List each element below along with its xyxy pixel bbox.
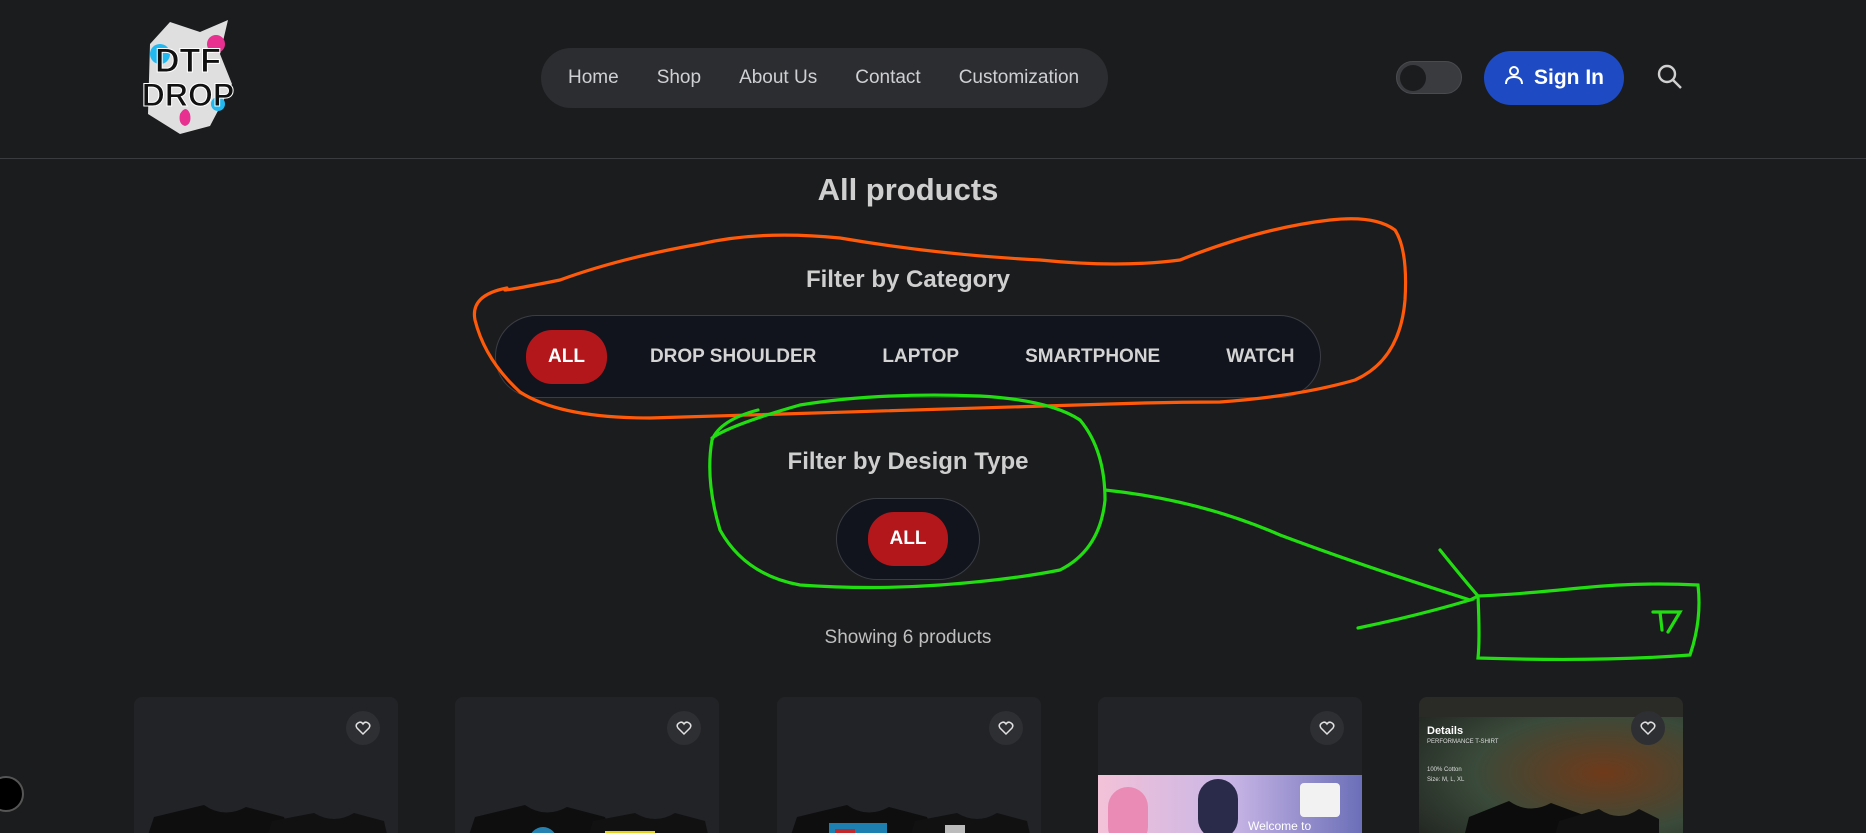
nav-about-us[interactable]: About Us	[739, 67, 817, 89]
category-drop-shoulder[interactable]: DROP SHOULDER	[650, 346, 816, 368]
green-arrow-head	[1438, 548, 1481, 602]
category-filter-bar: ALL DROP SHOULDER LAPTOP SMARTPHONE WATC…	[495, 315, 1321, 398]
logo-text-1: DTF	[155, 42, 221, 80]
search-icon[interactable]	[1656, 63, 1684, 91]
nav-contact[interactable]: Contact	[855, 67, 920, 89]
category-smartphone[interactable]: SMARTPHONE	[1025, 346, 1160, 368]
page-title: All products	[817, 172, 999, 207]
design-filter-heading: Filter by Design Type	[787, 448, 1029, 475]
nav-shop[interactable]: Shop	[657, 67, 701, 89]
design-filter-bar: ALL	[836, 498, 980, 580]
main-nav: Home Shop About Us Contact Customization	[541, 48, 1108, 108]
accessibility-icon[interactable]	[0, 776, 24, 812]
product-card[interactable]	[455, 697, 719, 833]
banner-text: Welcome to	[1248, 819, 1312, 833]
product-count: Showing 6 products	[824, 627, 992, 648]
heart-icon[interactable]	[1310, 711, 1344, 745]
category-all[interactable]: ALL	[526, 329, 607, 384]
heart-icon[interactable]	[1631, 711, 1665, 745]
shirt-image	[791, 805, 1030, 833]
site-logo[interactable]: DTF DROP	[140, 14, 236, 138]
details-title: Details	[1427, 725, 1464, 737]
nav-home[interactable]: Home	[568, 67, 619, 89]
category-laptop[interactable]: LAPTOP	[882, 346, 959, 368]
product-card[interactable]	[134, 697, 398, 833]
toggle-knob	[1400, 65, 1426, 91]
design-all[interactable]: ALL	[867, 512, 949, 566]
site-header: DTF DROP Home Shop About Us Contact Cust…	[0, 0, 1866, 159]
green-arrow-annotation	[1103, 488, 1476, 630]
logo-text-2: DROP	[142, 77, 234, 113]
product-card[interactable]: Details PERFORMANCE T-SHIRT 100% Cotton …	[1419, 697, 1683, 833]
sign-in-label: Sign In	[1534, 66, 1604, 89]
details-sub: PERFORMANCE T-SHIRT	[1427, 739, 1499, 745]
sign-in-button[interactable]: Sign In	[1484, 51, 1624, 105]
user-icon	[1504, 65, 1524, 91]
heart-icon[interactable]	[346, 711, 380, 745]
product-card[interactable]	[777, 697, 1041, 833]
heart-icon[interactable]	[667, 711, 701, 745]
shirt-image	[148, 805, 387, 833]
heart-icon[interactable]	[989, 711, 1023, 745]
details-material: 100% Cotton	[1427, 767, 1462, 773]
shirt-image	[469, 805, 708, 833]
category-filter-heading: Filter by Category	[805, 266, 1011, 293]
category-watch[interactable]: WATCH	[1226, 346, 1294, 368]
product-card[interactable]: Welcome to	[1098, 697, 1362, 833]
banner-image: Welcome to	[1098, 775, 1362, 833]
nav-customization[interactable]: Customization	[959, 67, 1079, 89]
theme-toggle[interactable]	[1396, 61, 1462, 94]
